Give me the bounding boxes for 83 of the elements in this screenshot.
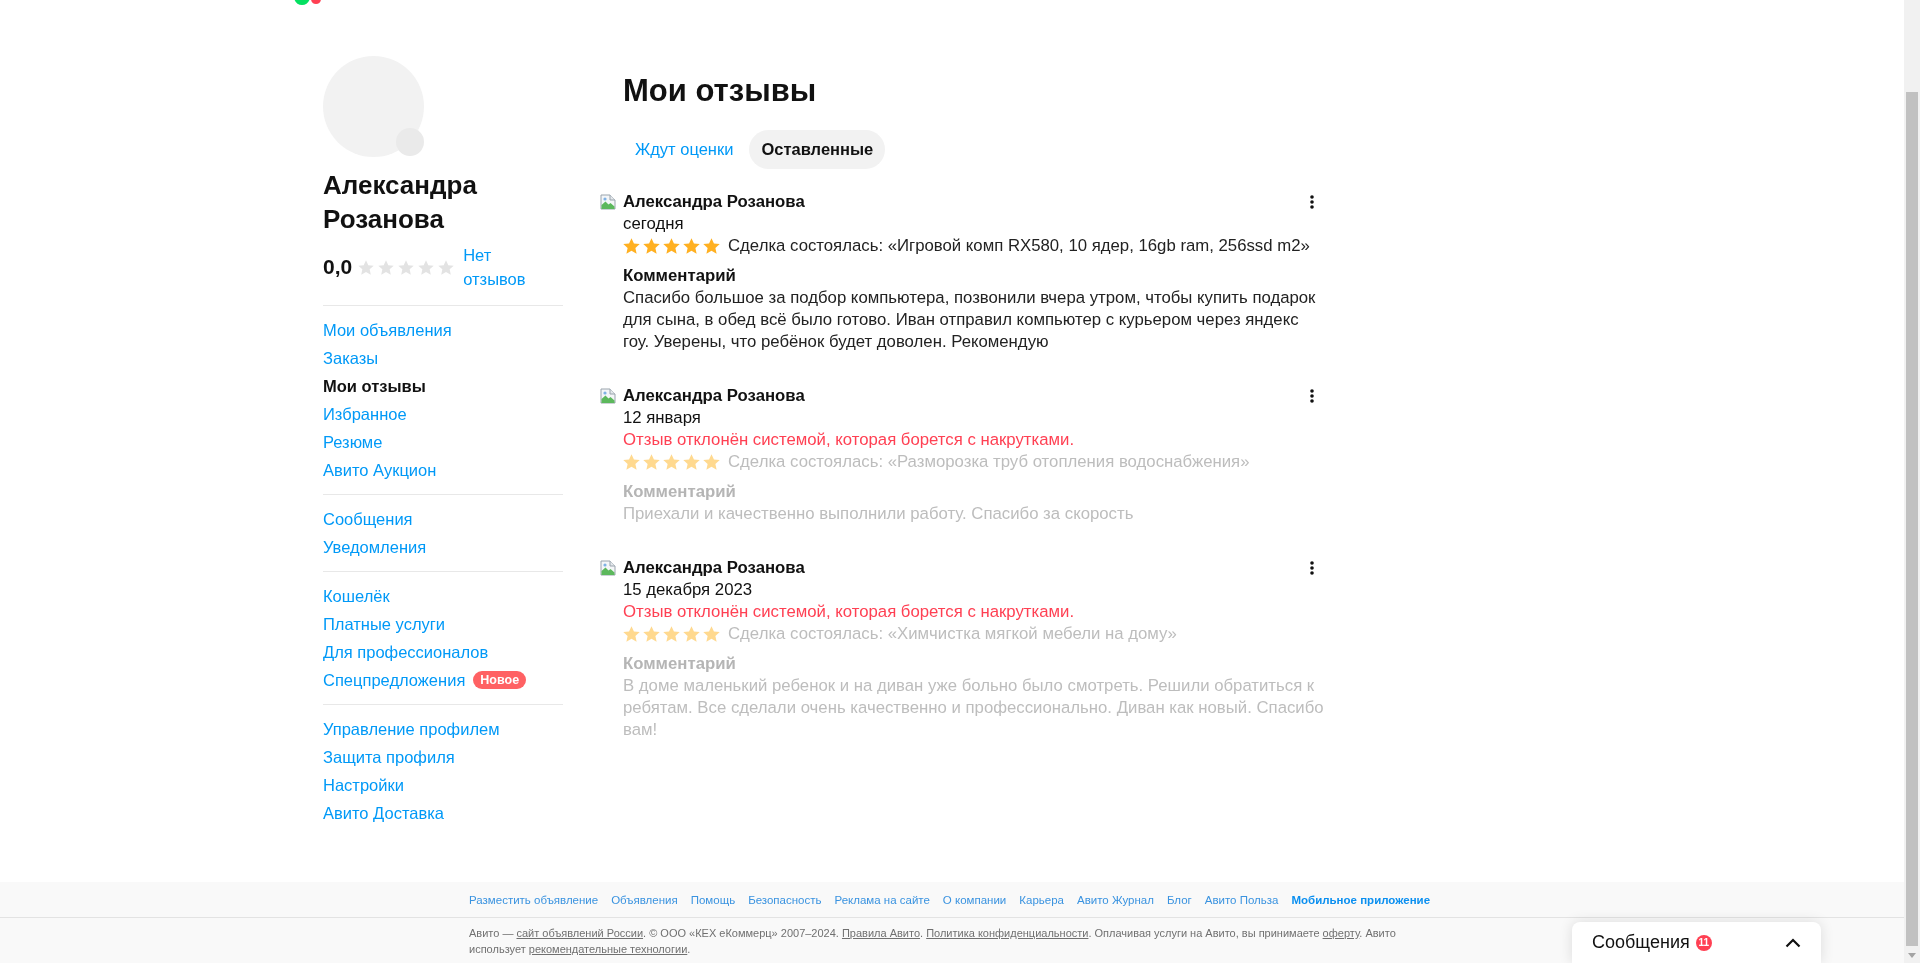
image-icon [600, 560, 616, 576]
footer-link[interactable]: Мобильное приложение [1291, 893, 1431, 906]
star-icon [418, 259, 435, 275]
deal-title: Сделка состоялась: «Игровой комп RX580, 10 ядер, 16gb ram, 256ssd m2» [728, 235, 1310, 257]
sidebar-item[interactable]: Резюме [323, 428, 383, 456]
footer-link[interactable]: Безопасность [748, 893, 822, 906]
star-icon [663, 626, 680, 642]
star-icon [683, 454, 700, 470]
sidebar-item[interactable]: Для профессионалов [323, 638, 489, 666]
profile-name: Александра Розанова [323, 169, 478, 236]
comment-label: Комментарий [623, 265, 737, 287]
star-icon [703, 454, 720, 470]
footer-link[interactable]: Реклама на сайте [834, 893, 930, 906]
sidebar-item[interactable]: Избранное [323, 400, 407, 428]
star-icon [623, 454, 640, 470]
star-icon [703, 238, 720, 254]
more-options-icon[interactable] [1310, 561, 1314, 575]
sidebar-item[interactable]: Мои отзывы [323, 372, 426, 400]
comment-text: В доме маленький ребенок и на диван уже больно было смотреть. Решили обратиться к ребятам. Все сделали очень качественно и профессионально. Диван как новый. Спасибо вам! [623, 675, 1325, 741]
star-icon [703, 626, 720, 642]
sidebar-item[interactable]: Управление профилем [323, 715, 500, 743]
messages-widget[interactable]: Сообщения 11 [1572, 922, 1821, 963]
sidebar-item[interactable]: Авито Доставка [323, 799, 444, 827]
star-icon [623, 238, 640, 254]
sidebar-item[interactable]: Спецпредложения Новое [323, 666, 527, 694]
rejection-notice: Отзыв отклонён системой, которая борется с накрутками. [623, 601, 1076, 623]
star-icon [663, 454, 680, 470]
sidebar-item[interactable]: Защита профиля [323, 743, 455, 771]
no-reviews-link[interactable]: Нет отзывов [463, 243, 534, 291]
tab[interactable]: Оставленные [749, 130, 886, 169]
sidebar-item[interactable]: Кошелёк [323, 582, 390, 610]
footer-link[interactable]: Авито Журнал [1076, 893, 1154, 906]
sidebar-item[interactable]: Платные услуги [323, 610, 446, 638]
comment-label: Комментарий [623, 481, 737, 503]
page-title: Мои отзывы [623, 72, 818, 110]
logo-icon[interactable] [294, 0, 322, 5]
sidebar-item[interactable]: Мои объявления [323, 316, 452, 344]
sidebar-item[interactable]: Заказы [323, 344, 379, 372]
author-name: Александра Розанова [623, 557, 805, 579]
star-icon [663, 238, 680, 254]
rejection-notice: Отзыв отклонён системой, которая борется с накрутками. [623, 429, 1076, 451]
deal-title: Сделка состоялась: «Разморозка труб отопления водоснабжения» [728, 451, 1250, 473]
sidebar-item[interactable]: Авито Аукцион [323, 456, 437, 484]
chevron-up-icon [1785, 937, 1801, 948]
footer-link[interactable]: Помощь [690, 893, 736, 906]
more-options-icon[interactable] [1310, 195, 1314, 209]
comment-label: Комментарий [623, 653, 737, 675]
deal-title: Сделка состоялась: «Химчистка мягкой мебели на дому» [728, 623, 1177, 645]
star-icon [643, 238, 660, 254]
more-options-icon[interactable] [1310, 389, 1314, 403]
author-name: Александра Розанова [623, 385, 805, 407]
review-date: 12 января [623, 407, 702, 429]
footer-link[interactable]: Разместить объявление [469, 893, 599, 906]
footer-link[interactable]: Авито Польза [1204, 893, 1279, 906]
comment-text: Спасибо большое за подбор компьютера, позвонили вчера утром, чтобы купить подарок для сына, в обед всё было готово. Иван отправил компьютер с курьером через яндекс гоу. Уверены, что ребёнок будет доволен. Рекомендую [623, 287, 1317, 353]
new-badge: Новое [473, 671, 527, 689]
review-date: сегодня [623, 213, 685, 235]
sidebar-item[interactable]: Уведомления [323, 533, 427, 561]
comment-text: Приехали и качественно выполнили работу. Спасибо за скорость [623, 503, 1135, 525]
sidebar-item[interactable]: Настройки [323, 771, 404, 799]
star-icon [643, 626, 660, 642]
copyright-text: Авито — сайт объявлений России. © ООО «КЕХ еКоммерц» 2007–2024. Правила Авито. Политика конфиденциальности. Оплачивая услуги на Авито, вы принимаете оферту. Авито использует рекомендательные технологии. [469, 926, 1397, 957]
star-icon [643, 454, 660, 470]
star-icon [378, 259, 395, 275]
star-icon [438, 259, 455, 275]
star-icon [623, 626, 640, 642]
star-icon [358, 259, 375, 275]
sidebar-item[interactable]: Сообщения [323, 505, 413, 533]
rating-value: 0,0 [323, 255, 353, 279]
scrollbar-thumb[interactable] [1906, 92, 1918, 946]
star-icon [683, 626, 700, 642]
tab[interactable]: Ждут оценки [623, 130, 746, 169]
star-icon [683, 238, 700, 254]
unread-count-badge: 11 [1695, 934, 1712, 951]
star-icon [398, 259, 415, 275]
footer-link[interactable]: Объявления [611, 893, 678, 906]
image-icon [600, 388, 616, 404]
author-name: Александра Розанова [623, 191, 805, 213]
image-icon [600, 194, 616, 210]
footer-link[interactable]: О компании [942, 893, 1007, 906]
review-date: 15 декабря 2023 [623, 579, 754, 601]
footer-link[interactable]: Блог [1166, 893, 1192, 906]
footer-link[interactable]: Карьера [1019, 893, 1064, 906]
